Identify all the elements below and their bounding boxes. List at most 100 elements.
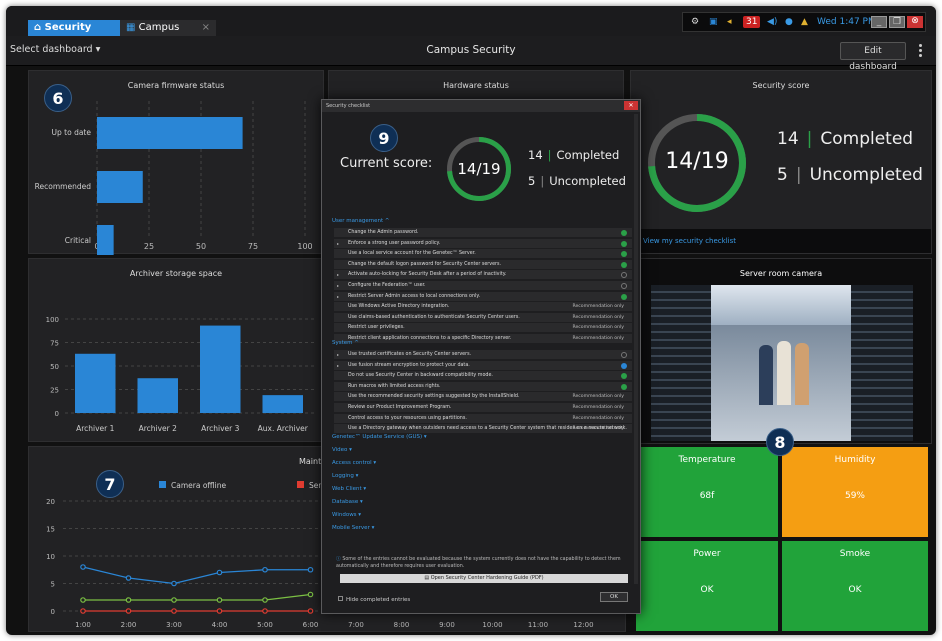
category-label: Archiver 2 bbox=[139, 424, 178, 433]
section-windows[interactable]: Windows ▾ bbox=[332, 512, 361, 518]
ok-button[interactable]: OK bbox=[600, 592, 628, 602]
x-tick-label: 4:00 bbox=[212, 621, 228, 629]
person-figure bbox=[795, 343, 809, 405]
section-mobile-server[interactable]: Mobile Server ▾ bbox=[332, 525, 374, 531]
data-point bbox=[125, 597, 132, 603]
globe-icon[interactable]: ● bbox=[785, 13, 793, 31]
expand-arrow-icon[interactable]: ▸ bbox=[337, 292, 339, 302]
section-user-management[interactable]: User management ^ bbox=[332, 218, 389, 224]
checklist-row[interactable]: Review our Product Improvement Program. R… bbox=[334, 403, 632, 413]
data-point bbox=[80, 608, 86, 614]
series-line bbox=[83, 593, 311, 601]
checklist-row[interactable]: Change the default logon password for Se… bbox=[334, 259, 632, 270]
y-tick-label: 0 bbox=[55, 410, 59, 418]
x-tick-label: 6:00 bbox=[303, 621, 319, 629]
notification-count-badge[interactable]: 31 bbox=[743, 16, 761, 28]
checklist-row[interactable]: ▸ Activate auto-locking for Security Desk… bbox=[334, 270, 632, 281]
section-video[interactable]: Video ▾ bbox=[332, 447, 352, 453]
close-tab-icon[interactable]: × bbox=[202, 20, 210, 36]
smoke-tile[interactable]: Smoke OK bbox=[782, 541, 928, 631]
security-score-value: 14/19 bbox=[665, 149, 729, 174]
recommendation-label: Recommendation only bbox=[572, 405, 624, 410]
completed-summary: 14 | Completed bbox=[777, 129, 914, 149]
minimize-icon[interactable]: _ bbox=[871, 16, 887, 28]
dashboard-header: Select dashboard ▾ Campus Security Edit … bbox=[6, 36, 936, 72]
category-label: Archiver 3 bbox=[201, 424, 240, 433]
section-system[interactable]: System ^ bbox=[332, 340, 359, 346]
x-tick-label: 9:00 bbox=[439, 621, 455, 629]
volume-icon[interactable]: ◀) bbox=[767, 13, 777, 31]
expand-arrow-icon[interactable]: ▸ bbox=[337, 361, 339, 371]
checklist-row[interactable]: ▸ Use trusted certificates on Security Ce… bbox=[334, 350, 632, 360]
restore-icon[interactable]: ❐ bbox=[889, 16, 905, 28]
pending-circle-icon bbox=[621, 352, 627, 358]
close-window-icon[interactable]: ⊗ bbox=[907, 16, 923, 28]
data-point bbox=[125, 608, 132, 614]
tray-alarm-icon[interactable]: ◂ bbox=[727, 13, 732, 31]
checklist-row[interactable]: ▸ Use fusion stream encryption to protect… bbox=[334, 360, 632, 371]
y-tick-label: 0 bbox=[51, 608, 55, 616]
bar bbox=[262, 395, 303, 413]
checklist-row[interactable]: Control access to your resources using p… bbox=[334, 413, 632, 424]
dialog-scrollbar[interactable] bbox=[634, 114, 638, 584]
recommendation-label: Recommendation only bbox=[572, 394, 624, 400]
checklist-item-text: Do not use Security Center in backward c… bbox=[348, 373, 493, 379]
tab-security-desk[interactable]: ⌂ Security Desk bbox=[28, 20, 120, 49]
more-options-icon[interactable] bbox=[918, 43, 922, 59]
expand-arrow-icon[interactable]: ▸ bbox=[337, 350, 339, 360]
checklist-row[interactable]: ▸ Restrict Server Admin access to local c… bbox=[334, 291, 632, 302]
section-access-control[interactable]: Access control ▾ bbox=[332, 460, 376, 466]
check-icon bbox=[621, 261, 627, 268]
hide-completed-checkbox[interactable]: Hide completed entries bbox=[338, 596, 410, 603]
expand-arrow-icon[interactable]: ▸ bbox=[337, 281, 339, 291]
expand-arrow-icon[interactable]: ▸ bbox=[337, 270, 339, 280]
section-gus[interactable]: Genetec™ Update Service (GUS) ▾ bbox=[332, 434, 427, 440]
expand-arrow-icon[interactable]: ▸ bbox=[337, 239, 339, 249]
server-room-video[interactable] bbox=[651, 285, 913, 441]
tab-campus[interactable]: ▦ Campus × bbox=[120, 20, 216, 36]
checklist-item-text: Restrict client application connections … bbox=[348, 336, 512, 341]
checklist-row[interactable]: Use Windows Active Directory integration… bbox=[334, 302, 632, 313]
tray-gear-icon[interactable]: ⚙ bbox=[691, 13, 699, 31]
checklist-row[interactable]: Run macros with limited access rights. bbox=[334, 381, 632, 392]
callout-badge-9: 9 bbox=[370, 124, 398, 152]
evaluation-note: ⓘ Some of the entries cannot be evaluate… bbox=[336, 557, 621, 569]
checklist-row[interactable]: Restrict user privileges. Recommendation … bbox=[334, 323, 632, 334]
checklist-item-text: Review our Product Improvement Program. bbox=[348, 405, 452, 410]
section-logging[interactable]: Logging ▾ bbox=[332, 473, 358, 479]
checklist-row[interactable]: Use the recommended security settings su… bbox=[334, 392, 632, 403]
checklist-row[interactable]: Use claims-based authentication to authe… bbox=[334, 312, 632, 323]
tray-monitor-icon[interactable]: ▣ bbox=[709, 13, 718, 31]
checklist-row[interactable]: Restrict client application connections … bbox=[334, 334, 632, 344]
archiver-panel: Archiver storage space 0 25 50 75 100 Archive… bbox=[28, 258, 324, 442]
system-tray: ⚙ ▣ ◂ 31 ◀) ● ▲ Wed 1:47 PM _ ❐ ⊗ bbox=[682, 12, 926, 32]
edit-dashboard-button[interactable]: Edit dashboard bbox=[840, 42, 906, 72]
x-tick-label: 100 bbox=[297, 242, 312, 251]
checklist-row[interactable]: Do not use Security Center in backward c… bbox=[334, 371, 632, 382]
section-web-client[interactable]: Web Client ▾ bbox=[332, 486, 366, 492]
section-database[interactable]: Database ▾ bbox=[332, 499, 363, 505]
current-score-label: Current score: bbox=[340, 156, 433, 171]
checklist-row[interactable]: ▸ Configure the Federation™ user. bbox=[334, 281, 632, 291]
y-tick-label: 25 bbox=[50, 387, 59, 395]
warning-icon[interactable]: ▲ bbox=[801, 13, 808, 31]
dialog-close-icon[interactable]: ✕ bbox=[624, 101, 638, 110]
firmware-chart: 0255075100Up to dateRecommendedCritical bbox=[35, 101, 313, 255]
view-checklist-link[interactable]: View my security checklist bbox=[631, 229, 931, 253]
data-point bbox=[262, 597, 268, 603]
home-icon: ⌂ bbox=[34, 22, 45, 33]
humidity-tile[interactable]: Humidity 59% bbox=[782, 447, 928, 537]
check-icon bbox=[621, 240, 627, 247]
category-label: Recommended bbox=[35, 182, 92, 191]
checklist-row[interactable]: Change the Admin password. bbox=[334, 228, 632, 238]
checklist-row[interactable]: Use a local service account for the Gene… bbox=[334, 249, 632, 260]
bar bbox=[75, 353, 116, 413]
y-tick-label: 50 bbox=[50, 363, 59, 371]
checklist-item-text: Change the default logon password for Se… bbox=[348, 261, 502, 267]
check-icon bbox=[621, 230, 627, 236]
open-hardening-guide-button[interactable]: ▤ Open Security Center Hardening Guide (… bbox=[340, 574, 628, 583]
power-tile[interactable]: Power OK bbox=[636, 541, 778, 631]
checklist-row[interactable]: Use a Directory gateway when outsiders n… bbox=[334, 424, 632, 435]
checklist-row[interactable]: ▸ Enforce a strong user password policy. bbox=[334, 238, 632, 249]
temperature-tile[interactable]: Temperature 68f bbox=[636, 447, 778, 537]
